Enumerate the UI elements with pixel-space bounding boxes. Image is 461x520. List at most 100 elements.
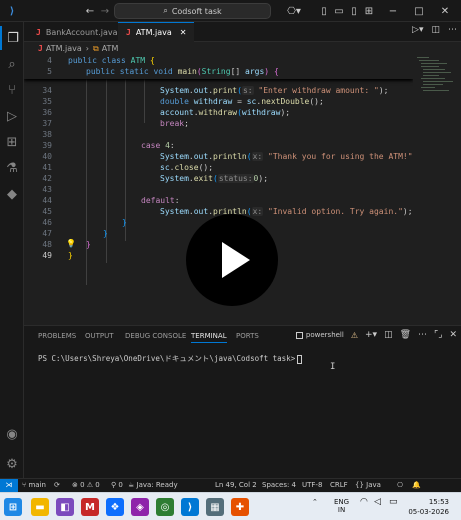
java-status[interactable]: ☕ Java: Ready bbox=[128, 481, 178, 489]
terminal-prompt[interactable]: PS C:\Users\Shreya\OneDrive\ドキュメント\java\… bbox=[38, 353, 303, 364]
minimap[interactable] bbox=[413, 55, 461, 325]
minimap-line bbox=[423, 84, 443, 85]
back-arrow-icon[interactable]: ← bbox=[82, 3, 98, 19]
class-name: ATM bbox=[130, 56, 146, 65]
copilot-status-icon[interactable]: ⎔ bbox=[397, 481, 403, 489]
clock[interactable]: 15:53 05-03-2026 bbox=[408, 497, 449, 517]
line-number: 37 bbox=[42, 119, 52, 128]
speaker-icon[interactable]: ◁ bbox=[374, 498, 381, 507]
toggle-secondary-sidebar-icon[interactable]: ▯ bbox=[346, 3, 362, 19]
search-text: Codsoft task bbox=[171, 6, 222, 16]
lightbulb-icon[interactable]: 💡 bbox=[66, 239, 76, 248]
java-file-icon: J bbox=[126, 28, 131, 37]
source-control-icon[interactable]: ⑂ bbox=[0, 78, 24, 102]
toggle-panel-icon[interactable]: ▭ bbox=[331, 3, 347, 19]
customize-layout-icon[interactable]: ⊞ bbox=[361, 3, 377, 19]
close-tab-icon[interactable]: ✕ bbox=[180, 28, 187, 37]
vscode-taskbar-icon[interactable]: ⟩ bbox=[181, 498, 199, 516]
token-string: "Invalid option. Try again." bbox=[268, 207, 403, 216]
search-view-icon[interactable]: ⌕ bbox=[0, 52, 24, 76]
encoding[interactable]: UTF-8 bbox=[302, 481, 322, 489]
token-system: System bbox=[160, 152, 189, 161]
line-ending[interactable]: CRLF bbox=[330, 481, 348, 489]
token-default: default bbox=[141, 196, 175, 205]
bottom-panel: PROBLEMS OUTPUT DEBUG CONSOLE TERMINAL P… bbox=[24, 325, 461, 478]
token-method: print bbox=[213, 86, 238, 95]
paren: ( bbox=[246, 152, 252, 161]
ports-indicator[interactable]: ⚲ 0 bbox=[111, 481, 123, 489]
breadcrumb-file[interactable]: ATM.java bbox=[46, 44, 82, 53]
app-icon[interactable]: ◈ bbox=[131, 498, 149, 516]
forward-arrow-icon[interactable]: → bbox=[97, 3, 113, 19]
branch-indicator[interactable]: ⑂ main bbox=[22, 481, 46, 489]
testing-icon[interactable]: ⚗ bbox=[0, 156, 24, 180]
video-play-button[interactable] bbox=[186, 214, 278, 306]
command-center-search[interactable]: ⌕ Codsoft task bbox=[114, 3, 271, 19]
line-number: 44 bbox=[42, 196, 52, 205]
manage-gear-icon[interactable]: ⚙ bbox=[0, 452, 24, 476]
tab-ports[interactable]: PORTS bbox=[236, 332, 259, 340]
close-panel-icon[interactable]: ✕ bbox=[449, 330, 457, 340]
split-editor-icon[interactable]: ◫ bbox=[431, 25, 440, 35]
chrome-icon[interactable]: ◎ bbox=[156, 498, 174, 516]
problems-indicator[interactable]: ⊗ 0 ⚠ 0 bbox=[72, 481, 100, 489]
editor-actions: ▷▾ ◫ ⋯ bbox=[412, 25, 457, 35]
run-icon[interactable]: ▷▾ bbox=[412, 25, 423, 35]
maximize-icon[interactable]: □ bbox=[411, 3, 427, 19]
split-terminal-icon[interactable]: ◫ bbox=[384, 330, 393, 340]
windows-start-icon[interactable]: ⊞ bbox=[4, 498, 22, 516]
tab-debug-console[interactable]: DEBUG CONSOLE bbox=[125, 332, 186, 340]
param-name: args bbox=[245, 67, 265, 76]
tab-output[interactable]: OUTPUT bbox=[85, 332, 114, 340]
photos-icon[interactable]: ◧ bbox=[56, 498, 74, 516]
battery-icon[interactable]: ▭ bbox=[389, 498, 398, 507]
python-icon[interactable]: ◆ bbox=[0, 182, 24, 206]
token-end: ); bbox=[402, 207, 413, 216]
accounts-icon[interactable]: ◉ bbox=[0, 422, 24, 446]
title-bar: ⟩ ← → ⌕ Codsoft task ⎔▾ ▯ ▭ ▯ ⊞ − □ ✕ bbox=[0, 0, 461, 22]
language-indicator[interactable]: ENG IN bbox=[334, 498, 349, 514]
token-end: ; bbox=[184, 119, 189, 128]
run-debug-icon[interactable]: ▷ bbox=[0, 104, 24, 128]
more-actions-icon[interactable]: ⋯ bbox=[448, 25, 457, 35]
sync-icon[interactable]: ⟳ bbox=[54, 481, 60, 489]
mcafee-icon[interactable]: M bbox=[81, 498, 99, 516]
app-icon[interactable]: ▦ bbox=[206, 498, 224, 516]
line-number: 48 bbox=[42, 240, 52, 249]
breadcrumb-symbol[interactable]: ATM bbox=[102, 44, 119, 53]
token-end: (); bbox=[198, 163, 214, 172]
notifications-icon[interactable]: 🔔 bbox=[412, 481, 421, 489]
toggle-sidebar-icon[interactable]: ▯ bbox=[316, 3, 332, 19]
token-string: "Enter withdraw amount: " bbox=[258, 86, 379, 95]
wifi-icon[interactable]: ◠ bbox=[360, 498, 368, 507]
cursor-position[interactable]: Ln 49, Col 2 bbox=[215, 481, 257, 489]
more-icon[interactable]: ⋯ bbox=[418, 330, 427, 340]
tab-terminal[interactable]: TERMINAL bbox=[191, 332, 227, 343]
copilot-icon[interactable]: ⎔▾ bbox=[282, 3, 306, 19]
tab-atm[interactable]: J ATM.java ✕ bbox=[118, 22, 195, 42]
token-obj: sc bbox=[160, 163, 170, 172]
code-line-35: double withdraw = sc.nextDouble(); bbox=[160, 96, 324, 107]
extensions-icon[interactable]: ⊞ bbox=[0, 130, 24, 154]
close-window-icon[interactable]: ✕ bbox=[437, 3, 453, 19]
trash-icon[interactable]: 🗑 bbox=[400, 330, 411, 340]
explorer-icon[interactable]: ❐ bbox=[0, 26, 24, 50]
tab-label: BankAccount.java bbox=[45, 27, 118, 37]
tab-problems[interactable]: PROBLEMS bbox=[38, 332, 76, 340]
tray-chevron-icon[interactable]: ⌃ bbox=[312, 498, 318, 506]
file-explorer-icon[interactable]: ▬ bbox=[31, 498, 49, 516]
app-icon[interactable]: ✚ bbox=[231, 498, 249, 516]
minimize-icon[interactable]: − bbox=[385, 3, 401, 19]
tab-bankaccount[interactable]: J BankAccount.java bbox=[28, 22, 126, 42]
remote-indicator-icon[interactable]: ⋊ bbox=[0, 479, 18, 492]
terminal-shell-selector[interactable]: powershell bbox=[295, 331, 344, 339]
new-terminal-icon[interactable]: +▾ bbox=[365, 330, 377, 340]
warning-count: 0 bbox=[95, 481, 100, 489]
language-mode[interactable]: {} Java bbox=[355, 481, 381, 489]
dropbox-icon[interactable]: ❖ bbox=[106, 498, 124, 516]
maximize-panel-icon[interactable]: ⌜⌟ bbox=[434, 330, 442, 340]
token-end: (); bbox=[309, 97, 324, 106]
indentation[interactable]: Spaces: 4 bbox=[262, 481, 296, 489]
line-number: 43 bbox=[42, 185, 52, 194]
code-line-44: default: bbox=[141, 195, 180, 206]
